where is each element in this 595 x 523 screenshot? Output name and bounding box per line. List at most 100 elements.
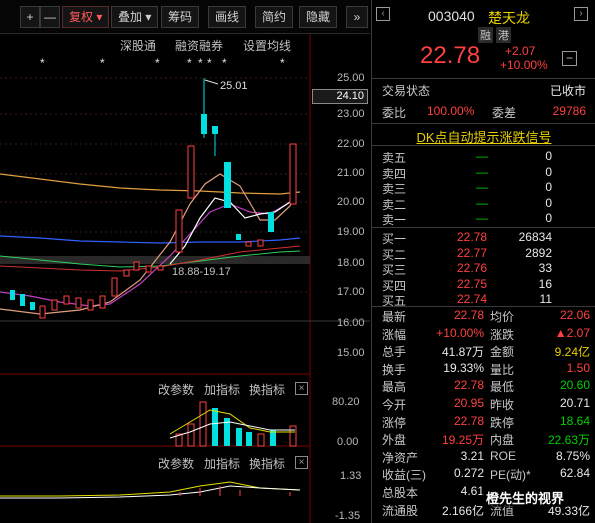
stat-value: 20.95 <box>453 396 484 410</box>
quote-panel: ‹ › 003040 楚天龙 融 港 22.78 +2.07 +10.00% −… <box>371 0 595 523</box>
bid-volume: 33 <box>538 261 552 275</box>
stat-label: 收益(三) <box>382 468 426 483</box>
bid-price: 22.78 <box>456 230 487 244</box>
vol-params-button[interactable]: 改参数 <box>158 381 194 398</box>
ask-volume: 0 <box>545 164 552 179</box>
vol-add-indicator-button[interactable]: 加指标 <box>204 381 240 398</box>
stat-row: 净资产 3.21 ROE 8.75% <box>372 449 595 466</box>
ask-row: 卖二 — 0 <box>372 196 595 213</box>
ask-label: 卖一 <box>382 213 407 227</box>
bid-price: 22.77 <box>456 245 487 260</box>
macd-add-indicator-button[interactable]: 加指标 <box>204 455 240 472</box>
stat-label: ROE <box>490 448 517 463</box>
ask-volume: 0 <box>545 180 552 194</box>
ask-label: 卖三 <box>382 182 407 196</box>
stat-value: ▲2.07 <box>554 325 590 340</box>
price-tick: 17.00 <box>337 286 365 298</box>
svg-text:*: * <box>187 56 192 70</box>
expand-icon[interactable]: » <box>346 6 368 28</box>
macd-tick: 1.33 <box>340 470 362 482</box>
last-price: 22.78 <box>420 42 481 69</box>
ask-label: 卖四 <box>382 166 407 181</box>
svg-text:*: * <box>40 56 45 70</box>
svg-text:*: * <box>207 56 212 70</box>
candles <box>10 78 297 319</box>
bid-row: 买四 22.75 16 <box>372 277 595 294</box>
stat-label: 涨停 <box>382 415 407 430</box>
bid-volume: 26834 <box>518 230 552 244</box>
vol-tick: 80.20 <box>332 396 360 408</box>
overlay-dropdown[interactable]: 叠加 ▾ <box>111 6 159 28</box>
stock-name: 楚天龙 <box>488 10 530 26</box>
collapse-button[interactable]: − <box>562 51 577 66</box>
ask-volume: 0 <box>545 149 552 163</box>
zoom-out-button[interactable]: — <box>40 6 60 28</box>
ask-price: — <box>476 164 488 179</box>
chevron-down-icon: ▾ <box>96 10 103 24</box>
simple-button[interactable]: 简约 <box>255 6 294 28</box>
hide-button[interactable]: 隐藏 <box>299 6 338 28</box>
ask-row: 卖五 — 0 <box>372 149 595 166</box>
stat-value: 19.33% <box>443 360 484 375</box>
ask-label: 卖五 <box>382 151 407 165</box>
stat-label: 涨跌 <box>490 327 515 342</box>
bid-label: 买四 <box>382 278 407 293</box>
fuquan-dropdown[interactable]: 复权 ▾ <box>62 6 110 28</box>
prev-arrow-icon[interactable]: ‹ <box>376 7 390 21</box>
stat-value: 22.63万 <box>547 433 590 448</box>
ask-row: 卖一 — 0 <box>372 211 595 228</box>
price-tick: 15.00 <box>337 347 365 359</box>
ask-price: — <box>476 149 488 163</box>
macd-swap-indicator-button[interactable]: 换指标 <box>249 455 285 472</box>
weibi-value: 100.00% <box>427 104 475 118</box>
chart-toolbar: + — 复权 ▾ 叠加 ▾ 筹码 画线 简约 隐藏 » <box>0 0 370 34</box>
price-tick: 21.00 <box>337 167 365 179</box>
stat-label: 今开 <box>382 398 407 412</box>
stat-label: 换手 <box>382 362 407 377</box>
watermark: 橙先生的视界 <box>482 488 569 507</box>
stat-label: 最高 <box>382 380 407 395</box>
chips-button[interactable]: 筹码 <box>161 6 200 28</box>
stat-row: 今开 20.95 昨收 20.71 <box>372 396 595 413</box>
ask-volume: 0 <box>545 195 552 210</box>
range-annotation: 18.88-19.17 <box>172 266 231 278</box>
status-value: 已收市 <box>549 84 586 98</box>
close-icon[interactable]: × <box>295 382 308 395</box>
bid-volume: 2892 <box>525 245 552 260</box>
kline-chart-area[interactable]: 深股通 融资融券 设置均线 * * * * * * * * 25.00 24.1… <box>0 34 370 523</box>
zoom-in-button[interactable]: + <box>20 6 40 28</box>
ask-price: — <box>476 180 488 194</box>
bid-volume: 16 <box>538 276 552 291</box>
ask-row: 卖四 — 0 <box>372 165 595 182</box>
vol-tick: 0.00 <box>337 436 359 448</box>
stat-value: 22.78 <box>453 413 484 428</box>
dk-signal-link[interactable]: DK点自动提示涨跌信号 <box>416 130 551 145</box>
stat-value: 20.71 <box>559 396 590 410</box>
stat-row: 最高 22.78 最低 20.60 <box>372 378 595 395</box>
stat-label: 量比 <box>490 362 515 377</box>
bid-row: 买三 22.76 33 <box>372 261 595 278</box>
bid-volume: 11 <box>539 292 552 306</box>
price-tick: 20.00 <box>337 196 365 208</box>
svg-text:*: * <box>222 56 227 70</box>
macd-params-button[interactable]: 改参数 <box>158 455 194 472</box>
ask-label: 卖二 <box>382 197 407 212</box>
stat-value: 62.84 <box>559 466 590 481</box>
stat-row: 总手 41.87万 金额 9.24亿 <box>372 343 595 360</box>
bid-price: 22.76 <box>456 261 487 275</box>
next-arrow-icon[interactable]: › <box>574 7 588 21</box>
vol-swap-indicator-button[interactable]: 换指标 <box>249 381 285 398</box>
stat-label: PE(动)* <box>490 468 531 483</box>
stat-value: 0.272 <box>453 466 484 481</box>
stat-row: 涨停 22.78 跌停 18.64 <box>372 414 595 431</box>
stat-value: 19.25万 <box>441 433 484 448</box>
stat-label: 总手 <box>382 345 407 360</box>
margin-tag: 融 <box>478 27 493 43</box>
close-icon[interactable]: × <box>295 456 308 469</box>
stat-row: 外盘 19.25万 内盘 22.63万 <box>372 431 595 448</box>
price-tick: 19.00 <box>337 226 365 238</box>
stat-value: 41.87万 <box>441 345 484 360</box>
draw-line-button[interactable]: 画线 <box>208 6 247 28</box>
status-label: 交易状态 <box>382 84 431 98</box>
stat-label: 昨收 <box>490 398 515 412</box>
